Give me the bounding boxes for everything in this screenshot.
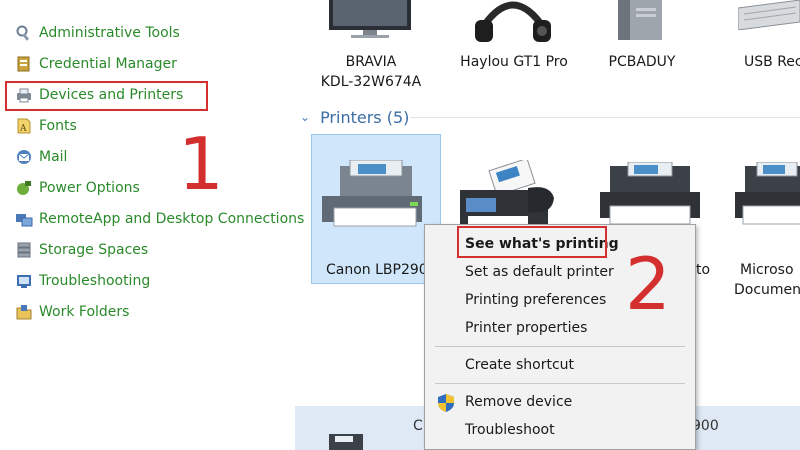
sidebar-item-label: Mail bbox=[39, 149, 68, 165]
storage-spaces-icon bbox=[17, 242, 31, 258]
device-label: BRAVIA bbox=[345, 54, 397, 70]
menu-item-label: Create shortcut bbox=[465, 357, 575, 373]
sidebar-item-label: Fonts bbox=[39, 118, 77, 134]
device-label: PCBADUY bbox=[608, 54, 676, 70]
menu-separator bbox=[435, 383, 685, 384]
printer-icon bbox=[735, 162, 800, 225]
tv-icon bbox=[329, 0, 411, 38]
administrative-tools-icon bbox=[16, 25, 30, 41]
troubleshooting-icon bbox=[17, 275, 31, 288]
sidebar-item-administrative-tools[interactable]: Administrative Tools bbox=[15, 21, 180, 45]
device-label: Haylou GT1 Pro bbox=[460, 54, 568, 70]
menu-separator bbox=[435, 346, 685, 347]
group-divider bbox=[410, 117, 800, 118]
highlight-box-step-1 bbox=[5, 81, 208, 111]
printer-label-4: Microso bbox=[740, 262, 794, 278]
printer-icon bbox=[322, 160, 422, 227]
menu-item-label: Set as default printer bbox=[465, 264, 614, 280]
sidebar-item-storage-spaces[interactable]: Storage Spaces bbox=[15, 238, 148, 262]
printers-group-header[interactable]: ⌄ Printers (5) bbox=[300, 106, 409, 128]
headphones-icon bbox=[475, 1, 551, 42]
highlight-box-step-2 bbox=[457, 226, 607, 258]
remoteapp-icon bbox=[16, 214, 33, 227]
device-label: KDL-32W674A bbox=[320, 74, 422, 90]
sidebar-item-label: Power Options bbox=[39, 180, 140, 196]
printers-group-title: Printers (5) bbox=[320, 107, 410, 127]
sidebar-item-troubleshooting[interactable]: Troubleshooting bbox=[15, 269, 150, 293]
svg-text:A: A bbox=[19, 124, 27, 134]
menu-item-remove-device[interactable]: Remove device bbox=[425, 389, 695, 415]
step-number-2: 2 bbox=[625, 242, 671, 326]
work-folders-icon bbox=[16, 305, 32, 320]
sidebar-item-label: Credential Manager bbox=[39, 56, 177, 72]
chevron-down-icon: ⌄ bbox=[300, 110, 311, 124]
sidebar-item-label: Troubleshooting bbox=[39, 273, 151, 289]
fax-icon bbox=[460, 160, 554, 224]
sidebar-item-label: Administrative Tools bbox=[39, 25, 180, 41]
power-options-icon bbox=[17, 181, 31, 195]
sidebar-item-power-options[interactable]: Power Options bbox=[15, 176, 140, 200]
sidebar-item-remoteapp[interactable]: RemoteApp and Desktop Connections bbox=[15, 207, 304, 231]
printer-label-4-line2: Documen bbox=[734, 282, 800, 298]
printer-label-3: to bbox=[696, 262, 711, 278]
step-number-1: 1 bbox=[178, 122, 224, 206]
menu-item-create-shortcut[interactable]: Create shortcut bbox=[425, 352, 695, 378]
sidebar-item-fonts[interactable]: A Fonts bbox=[15, 114, 77, 138]
sidebar-item-label: Work Folders bbox=[39, 304, 130, 320]
control-panel-sidebar: Administrative Tools Credential Manager … bbox=[0, 0, 304, 450]
sidebar-item-mail[interactable]: Mail bbox=[15, 145, 67, 169]
menu-item-label: Printing preferences bbox=[465, 292, 607, 308]
sidebar-item-work-folders[interactable]: Work Folders bbox=[15, 300, 129, 324]
fonts-icon: A bbox=[17, 118, 31, 134]
menu-item-label: Troubleshoot bbox=[465, 422, 555, 438]
mail-icon bbox=[17, 150, 31, 164]
sidebar-item-label: Storage Spaces bbox=[39, 242, 149, 258]
sidebar-item-credential-manager[interactable]: Credential Manager bbox=[15, 52, 177, 76]
keyboard-icon bbox=[738, 0, 800, 30]
menu-item-troubleshoot[interactable]: Troubleshoot bbox=[425, 417, 695, 443]
details-text-right: 900 bbox=[692, 418, 719, 434]
printer-icon bbox=[600, 162, 700, 225]
printer-icon bbox=[329, 434, 363, 450]
computer-tower-icon bbox=[618, 0, 662, 40]
menu-item-label: Remove device bbox=[465, 394, 573, 410]
device-label: USB Rec bbox=[744, 54, 800, 70]
menu-item-label: Printer properties bbox=[465, 320, 588, 336]
shield-icon bbox=[438, 394, 454, 412]
sidebar-item-label: RemoteApp and Desktop Connections bbox=[39, 211, 305, 227]
credential-manager-icon bbox=[17, 56, 30, 72]
details-text-left: C bbox=[413, 418, 423, 434]
